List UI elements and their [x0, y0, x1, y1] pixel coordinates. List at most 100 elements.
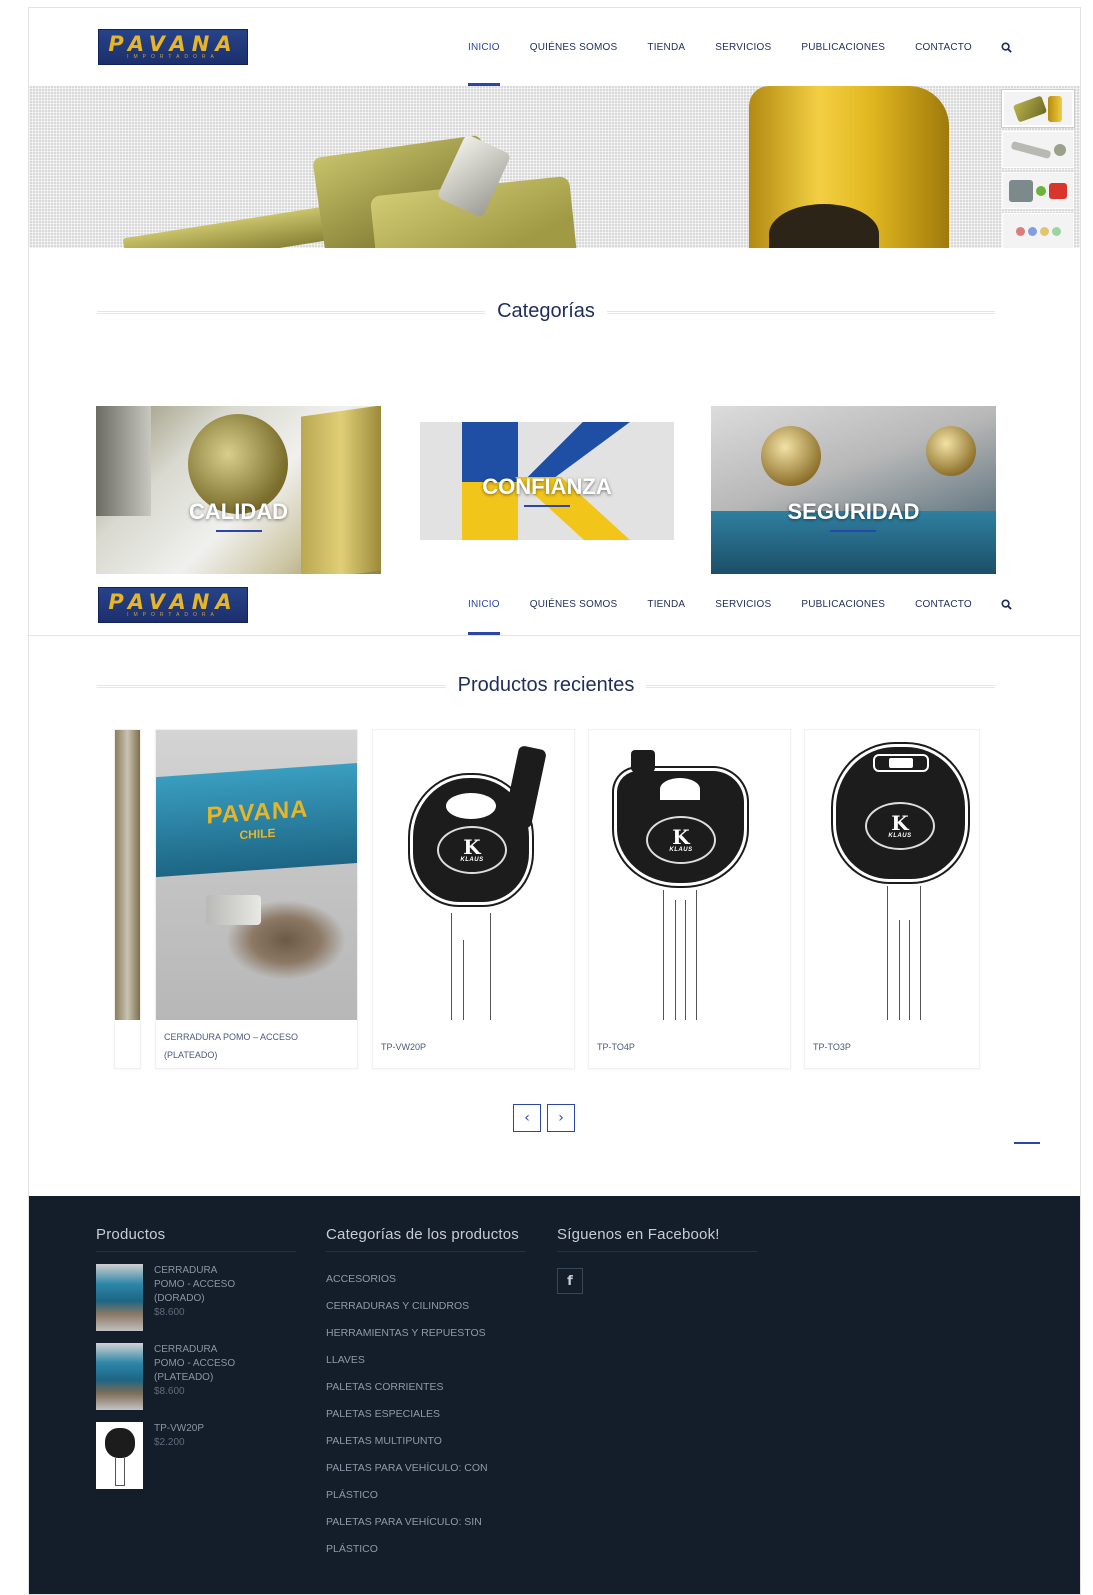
nav-item-servicios[interactable]: SERVICIOS [700, 8, 786, 86]
nav-item-tienda[interactable]: TIENDA [632, 8, 700, 86]
product-card[interactable]: K KLAUS TP-TO3P [804, 729, 980, 1069]
footer-category-link[interactable]: CERRADURAS Y CILINDROS [326, 1293, 526, 1320]
product-box-brand: PAVANA [206, 795, 309, 830]
category-label: SEGURIDAD [787, 499, 919, 532]
search-button[interactable] [987, 574, 1026, 635]
footer-product-price: $2.200 [154, 1437, 185, 1448]
footer-product-item[interactable]: CERRADURA POMO - ACCESO (PLATEADO) $8.60… [96, 1343, 296, 1410]
product-name: TP-TO3P [813, 1042, 851, 1052]
site-footer: Productos CERRADURA POMO - ACCESO (DORAD… [29, 1196, 1080, 1594]
key-groove [685, 900, 686, 1020]
nav-item-publicaciones[interactable]: PUBLICACIONES [786, 8, 900, 86]
product-card[interactable]: K KLAUS TP-VW20P [372, 729, 575, 1069]
footer-category-link[interactable]: LLAVES [326, 1347, 526, 1374]
hero-thumbnail[interactable] [1002, 131, 1074, 168]
key-groove [675, 900, 676, 1020]
product-image [115, 730, 140, 1020]
key-head-hole [446, 793, 496, 819]
category-label: CONFIANZA [482, 474, 612, 507]
products-title: Productos recientes [445, 673, 647, 697]
logo-tagline: IMPORTADORA [127, 611, 219, 618]
sticky-header: PAVANA IMPORTADORA INICIO QUIÉNES SOMOS … [29, 574, 1080, 636]
product-card-partial[interactable] [114, 729, 141, 1069]
site-header: PAVANA IMPORTADORA INICIO QUIÉNES SOMOS … [29, 8, 1080, 86]
footer-category-link[interactable]: PALETAS ESPECIALES [326, 1401, 526, 1428]
nav-item-contacto[interactable]: CONTACTO [900, 574, 987, 635]
footer-product-text: CERRADURA POMO - ACCESO (PLATEADO) $8.60… [154, 1343, 244, 1410]
key-blade [451, 913, 491, 1020]
search-button[interactable] [987, 8, 1026, 86]
key-logo-icon: K [891, 811, 909, 835]
key-logo-text: KLAUS [669, 847, 693, 853]
hero-slider[interactable] [29, 86, 1080, 248]
footer-product-item[interactable]: TP-VW20P $2.200 [96, 1422, 296, 1489]
scroll-to-top-button[interactable] [1014, 1142, 1040, 1144]
footer-product-text: TP-VW20P $2.200 [154, 1422, 244, 1489]
footer-categories-column: Categorías de los productos ACCESORIOS C… [326, 1226, 526, 1563]
category-image-knob [761, 426, 821, 486]
facebook-link-button[interactable]: f [557, 1268, 583, 1294]
nav-item-quienes-somos[interactable]: QUIÉNES SOMOS [515, 8, 633, 86]
footer-product-text: CERRADURA POMO - ACCESO (DORADO) $8.600 [154, 1264, 244, 1331]
nav-item-quienes-somos[interactable]: QUIÉNES SOMOS [515, 574, 633, 635]
site-logo[interactable]: PAVANA IMPORTADORA [98, 586, 248, 623]
hero-thumbnail[interactable] [1002, 213, 1074, 248]
facebook-icon: f [567, 1273, 573, 1289]
product-image: K KLAUS [589, 730, 790, 1020]
footer-category-link[interactable]: PALETAS MULTIPUNTO [326, 1428, 526, 1455]
chevron-right-icon: › [558, 1110, 564, 1126]
key-blade [663, 890, 697, 1020]
footer-category-link[interactable]: PALETAS PARA VEHÍCULO: CON PLÁSTICO [326, 1455, 526, 1509]
category-image-plate [96, 406, 151, 516]
footer-category-link[interactable]: PALETAS PARA VEHÍCULO: SIN PLÁSTICO [326, 1509, 526, 1563]
logo-tagline: IMPORTADORA [127, 54, 219, 60]
hero-thumbnail[interactable] [1002, 90, 1074, 127]
search-icon [1001, 41, 1012, 53]
carousel-prev-button[interactable]: ‹ [513, 1104, 541, 1132]
footer-product-thumb [96, 1422, 143, 1489]
nav-item-publicaciones[interactable]: PUBLICACIONES [786, 574, 900, 635]
nav-item-contacto[interactable]: CONTACTO [900, 8, 987, 86]
footer-product-name: CERRADURA POMO - ACCESO (DORADO) [154, 1265, 236, 1304]
product-card[interactable]: K KLAUS TP-TO4P [588, 729, 791, 1069]
categories-heading: Categorías [97, 296, 995, 326]
product-name: TP-TO4P [597, 1042, 635, 1052]
hero-thumbnails [1002, 90, 1074, 248]
footer-product-name: TP-VW20P [154, 1423, 205, 1434]
footer-category-link[interactable]: HERRAMIENTAS Y REPUESTOS [326, 1320, 526, 1347]
logo-brand-text: PAVANA [108, 589, 238, 614]
product-name: CERRADURA POMO – ACCESO (PLATEADO) [164, 1032, 299, 1060]
hero-thumbnail[interactable] [1002, 172, 1074, 209]
key-logo-icon: K [463, 835, 481, 859]
key-logo-text: KLAUS [460, 857, 484, 863]
key-brand-logo: K KLAUS [437, 826, 507, 874]
category-card-calidad[interactable]: CALIDAD [96, 406, 381, 576]
footer-categories-title: Categorías de los productos [326, 1226, 526, 1252]
key-head-notch [502, 744, 548, 830]
search-icon [1001, 599, 1012, 610]
nav-item-inicio[interactable]: INICIO [453, 574, 515, 635]
nav-item-servicios[interactable]: SERVICIOS [700, 574, 786, 635]
category-card-confianza[interactable]: CONFIANZA [420, 422, 674, 540]
footer-product-thumb-blade [115, 1458, 125, 1486]
footer-product-name: CERRADURA POMO - ACCESO (PLATEADO) [154, 1344, 236, 1383]
footer-category-link[interactable]: PALETAS CORRIENTES [326, 1374, 526, 1401]
key-logo-icon: K [672, 825, 690, 849]
footer-product-thumb-key [105, 1428, 135, 1458]
product-image: PAVANA CHILE [156, 730, 357, 1020]
key-logo-text: KLAUS [888, 833, 912, 839]
footer-product-thumb [96, 1264, 143, 1331]
footer-products-column: Productos CERRADURA POMO - ACCESO (DORAD… [96, 1226, 296, 1489]
category-card-seguridad[interactable]: SEGURIDAD [711, 406, 996, 576]
product-card[interactable]: PAVANA CHILE CERRADURA POMO – ACCESO (PL… [155, 729, 358, 1069]
product-image-cylinder [206, 895, 261, 925]
carousel-next-button[interactable]: › [547, 1104, 575, 1132]
key-head-hole [660, 778, 700, 800]
footer-product-item[interactable]: CERRADURA POMO - ACCESO (DORADO) $8.600 [96, 1264, 296, 1331]
nav-item-inicio[interactable]: INICIO [453, 8, 515, 86]
site-logo[interactable]: PAVANA IMPORTADORA [98, 29, 248, 65]
footer-category-link[interactable]: ACCESORIOS [326, 1266, 526, 1293]
footer-facebook-column: Síguenos en Facebook! f [557, 1226, 757, 1294]
footer-facebook-title: Síguenos en Facebook! [557, 1226, 757, 1252]
nav-item-tienda[interactable]: TIENDA [632, 574, 700, 635]
